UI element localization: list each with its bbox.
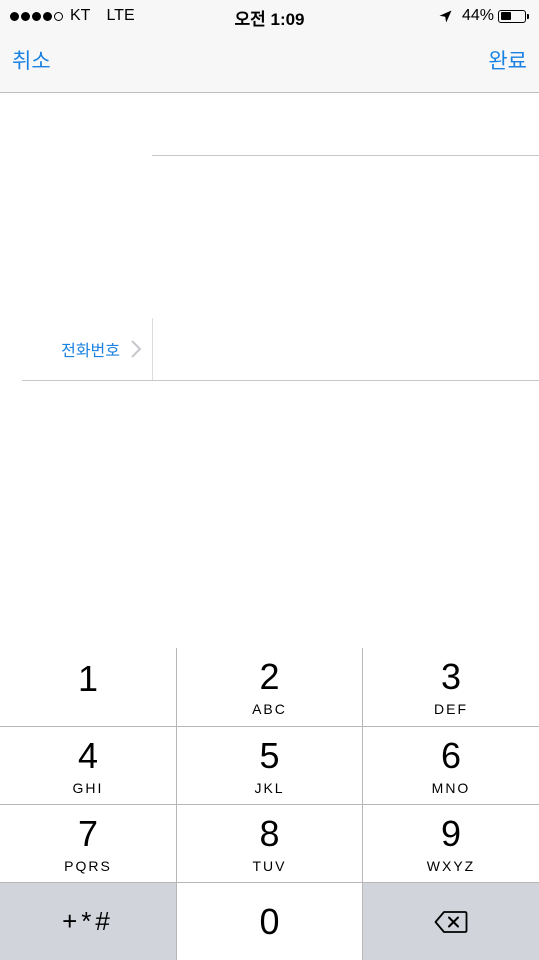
key-digit: 3 xyxy=(440,656,462,697)
key-digit: 1 xyxy=(77,658,99,699)
symbols-key[interactable]: +*# xyxy=(0,883,176,960)
phone-row: 전화번호 xyxy=(22,318,539,380)
key-digit: 6 xyxy=(440,735,462,776)
key-letters: MNO xyxy=(431,780,471,796)
key-digit: 7 xyxy=(77,813,99,854)
backspace-icon xyxy=(434,910,468,933)
done-button[interactable]: 완료 xyxy=(488,45,527,75)
cancel-button[interactable]: 취소 xyxy=(12,45,51,75)
key-digit: 4 xyxy=(77,735,99,776)
chevron-right-icon xyxy=(131,340,142,358)
phone-number-input[interactable] xyxy=(153,318,539,380)
key-1[interactable]: 1 xyxy=(0,648,176,726)
divider xyxy=(22,380,539,381)
key-6[interactable]: 6 MNO xyxy=(363,727,539,804)
phone-label-selector[interactable]: 전화번호 xyxy=(22,318,152,380)
keypad-divider xyxy=(0,882,539,883)
symbols-label: +*# xyxy=(62,906,114,936)
key-letters: JKL xyxy=(254,780,285,796)
status-bar: KT LTE 오전 1:09 44% xyxy=(0,0,539,30)
key-9[interactable]: 9 WXYZ xyxy=(363,805,539,882)
numeric-keypad: 1 2 ABC 3 DEF 4 GHI 5 JKL 6 MNO 7 PQRS 8… xyxy=(0,648,539,960)
battery-percent: 44% xyxy=(461,7,494,24)
key-0[interactable]: 0 xyxy=(177,883,362,960)
key-5[interactable]: 5 JKL xyxy=(177,727,362,804)
divider xyxy=(152,155,539,156)
battery-icon xyxy=(498,9,526,23)
key-digit: 2 xyxy=(259,656,280,697)
key-2[interactable]: 2 ABC xyxy=(177,648,362,726)
battery-cap xyxy=(527,13,529,19)
key-8[interactable]: 8 TUV xyxy=(177,805,362,882)
key-digit: 9 xyxy=(440,813,462,854)
keypad-divider xyxy=(0,726,539,727)
key-letters: TUV xyxy=(252,858,287,874)
key-digit: 5 xyxy=(259,735,280,776)
key-digit: 0 xyxy=(259,900,280,942)
top-field[interactable] xyxy=(152,93,539,155)
phone-label: 전화번호 xyxy=(61,343,120,360)
key-letters: PQRS xyxy=(64,858,112,874)
key-letters: DEF xyxy=(434,701,468,717)
location-arrow-icon xyxy=(439,10,452,22)
key-letters: WXYZ xyxy=(426,858,476,874)
key-letters: GHI xyxy=(72,780,104,796)
key-7[interactable]: 7 PQRS xyxy=(0,805,176,882)
status-right: 44% xyxy=(439,6,529,26)
backspace-key[interactable] xyxy=(363,883,539,960)
navigation-bar: 취소 완료 xyxy=(0,30,539,93)
key-letters: ABC xyxy=(252,701,287,717)
keypad-divider xyxy=(0,804,539,805)
battery-fill xyxy=(500,12,511,20)
key-4[interactable]: 4 GHI xyxy=(0,727,176,804)
form-area: 전화번호 xyxy=(0,93,539,648)
key-digit: 8 xyxy=(259,813,280,854)
key-3[interactable]: 3 DEF xyxy=(363,648,539,726)
